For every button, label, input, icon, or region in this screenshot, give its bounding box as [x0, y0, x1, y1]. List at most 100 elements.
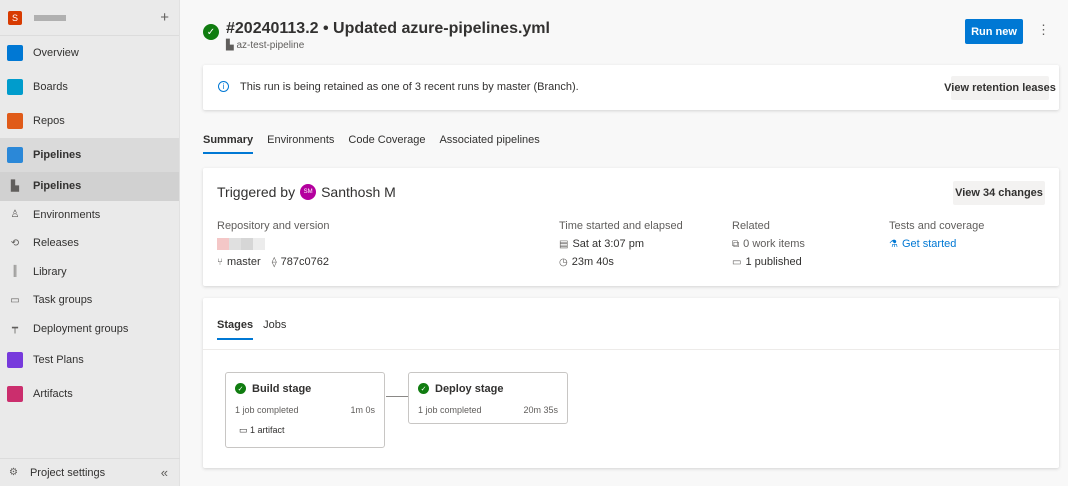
- view-retention-leases-button[interactable]: View retention leases: [944, 76, 1056, 100]
- repo-name-redacted: [217, 238, 330, 250]
- sidebar: S + Overview Boards Repos Pipelines ▙ Pi…: [0, 0, 180, 486]
- sidebar-item-overview[interactable]: Overview: [0, 36, 179, 70]
- pipelines-icon: [7, 147, 23, 163]
- deployment-groups-icon: ┯: [11, 323, 19, 335]
- sidebar-subitem-label: Pipelines: [33, 180, 82, 193]
- user-name[interactable]: Santhosh M: [321, 184, 396, 200]
- pipeline-name[interactable]: ▙ az-test-pipeline: [226, 40, 304, 51]
- releases-icon: ⟲: [10, 237, 20, 249]
- stage-artifact[interactable]: ▭ 1 artifact: [239, 425, 285, 436]
- run-title: #20240113.2 • Updated azure-pipelines.ym…: [226, 20, 550, 37]
- sidebar-item-label: Boards: [33, 81, 68, 93]
- pipelines-sub-icon: ▙: [11, 180, 19, 192]
- sidebar-subitem-task-groups[interactable]: ▭ Task groups: [0, 286, 179, 315]
- stage-name: Deploy stage: [435, 383, 504, 395]
- org-row[interactable]: S +: [0, 0, 179, 36]
- stage-jobs: 1 job completed: [235, 405, 299, 415]
- divider: [203, 349, 1059, 350]
- org-avatar[interactable]: S: [8, 10, 22, 25]
- sidebar-subitem-label: Environments: [33, 208, 101, 221]
- get-started-text: Get started: [901, 238, 957, 250]
- pipeline-icon: ▙: [226, 40, 237, 51]
- retention-message: This run is being retained as one of 3 r…: [240, 81, 579, 93]
- clock-icon: ◷: [559, 257, 568, 268]
- avatar[interactable]: SM: [300, 184, 317, 200]
- sidebar-subitem-environments[interactable]: ♙ Environments: [0, 201, 179, 230]
- success-check-icon: ✓: [235, 383, 246, 394]
- environments-icon: ♙: [10, 209, 20, 221]
- stage-connector: [386, 396, 408, 397]
- triggered-by-label: Triggered by: [217, 184, 296, 200]
- tab-jobs[interactable]: Jobs: [263, 319, 286, 340]
- sidebar-subitem-releases[interactable]: ⟲ Releases: [0, 229, 179, 258]
- tests-column: Tests and coverage ⚗ Get started: [889, 220, 984, 256]
- test-plans-icon: [7, 352, 23, 368]
- calendar-icon: ▤: [559, 239, 569, 250]
- related-label: Related: [732, 220, 770, 232]
- sidebar-subitem-deployment-groups[interactable]: ┯ Deployment groups: [0, 315, 179, 344]
- sidebar-item-test-plans[interactable]: Test Plans: [0, 343, 179, 377]
- project-settings-label: Project settings: [29, 466, 106, 479]
- success-check-icon: ✓: [418, 383, 429, 394]
- sidebar-item-label: Test Plans: [33, 354, 84, 366]
- tests-label: Tests and coverage: [889, 220, 985, 232]
- elapsed-text: 23m 40s: [571, 256, 614, 268]
- artifacts-icon: [7, 386, 23, 402]
- add-icon[interactable]: +: [160, 10, 169, 25]
- repos-icon: [7, 113, 23, 129]
- collapse-sidebar-icon[interactable]: «: [161, 465, 168, 480]
- repo-column: Repository and version ⑂ master ⟠ 787c0762: [217, 220, 330, 274]
- get-started-link[interactable]: ⚗ Get started: [889, 238, 984, 250]
- tab-environments[interactable]: Environments: [267, 134, 334, 154]
- tab-code-coverage[interactable]: Code Coverage: [348, 134, 425, 154]
- retention-banner: i This run is being retained as one of 3…: [203, 65, 1059, 110]
- tab-summary[interactable]: Summary: [203, 134, 254, 154]
- published-artifacts[interactable]: ▭ 1 published: [732, 256, 805, 268]
- project-settings[interactable]: ⚙ Project settings «: [0, 458, 180, 486]
- sidebar-subitem-pipelines[interactable]: ▙ Pipelines: [0, 172, 179, 201]
- overview-icon: [7, 45, 23, 61]
- sidebar-item-label: Artifacts: [33, 388, 73, 400]
- info-icon: i: [218, 81, 229, 92]
- sidebar-item-boards[interactable]: Boards: [0, 70, 179, 104]
- branch-icon: ⑂: [217, 257, 223, 268]
- sidebar-item-artifacts[interactable]: Artifacts: [0, 377, 179, 411]
- commit-icon: ⟠: [271, 257, 277, 268]
- boards-icon: [7, 79, 23, 95]
- tab-stages[interactable]: Stages: [217, 319, 254, 340]
- stage-duration: 20m 35s: [523, 405, 558, 415]
- work-items-icon: ⧉: [732, 239, 740, 250]
- artifact-icon: ▭: [732, 257, 742, 268]
- stage-deploy[interactable]: ✓ Deploy stage 1 job completed 20m 35s: [408, 372, 568, 424]
- sidebar-subitem-label: Task groups: [33, 294, 93, 307]
- sidebar-subitem-library[interactable]: ║ Library: [0, 258, 179, 287]
- task-groups-icon: ▭: [10, 294, 20, 306]
- artifact-icon: ▭: [239, 425, 251, 435]
- sidebar-item-label: Overview: [33, 47, 79, 59]
- commit-id[interactable]: 787c0762: [281, 256, 329, 268]
- flask-icon: ⚗: [889, 239, 898, 250]
- repo-version: ⑂ master ⟠ 787c0762: [217, 256, 330, 268]
- tab-associated-pipelines[interactable]: Associated pipelines: [439, 134, 539, 154]
- stage-build[interactable]: ✓ Build stage 1 job completed 1m 0s ▭ 1 …: [225, 372, 385, 448]
- run-tabs: Summary Environments Code Coverage Assoc…: [203, 134, 540, 154]
- sidebar-item-label: Repos: [33, 115, 65, 127]
- run-new-button[interactable]: Run new: [965, 19, 1023, 44]
- sidebar-item-label: Pipelines: [33, 149, 82, 161]
- triggered-by: Triggered by SM Santhosh M: [217, 184, 396, 200]
- more-actions-icon[interactable]: ⋮: [1037, 22, 1050, 38]
- success-check-icon: ✓: [203, 24, 219, 40]
- sidebar-item-repos[interactable]: Repos: [0, 104, 179, 138]
- branch-name[interactable]: master: [227, 256, 261, 268]
- sidebar-item-pipelines[interactable]: Pipelines: [0, 138, 179, 172]
- elapsed-time: ◷ 23m 40s: [559, 256, 683, 268]
- pipeline-name-text: az-test-pipeline: [236, 40, 305, 51]
- org-name-redacted: [34, 14, 66, 21]
- published-text: 1 published: [745, 256, 802, 268]
- stages-tabs: Stages Jobs: [217, 319, 286, 340]
- view-changes-button[interactable]: View 34 changes: [953, 181, 1045, 205]
- gear-icon: ⚙: [9, 467, 18, 478]
- time-column: Time started and elapsed ▤ Sat at 3:07 pm…: [559, 220, 683, 274]
- work-items[interactable]: ⧉ 0 work items: [732, 238, 805, 250]
- started-time: ▤ Sat at 3:07 pm: [559, 238, 683, 250]
